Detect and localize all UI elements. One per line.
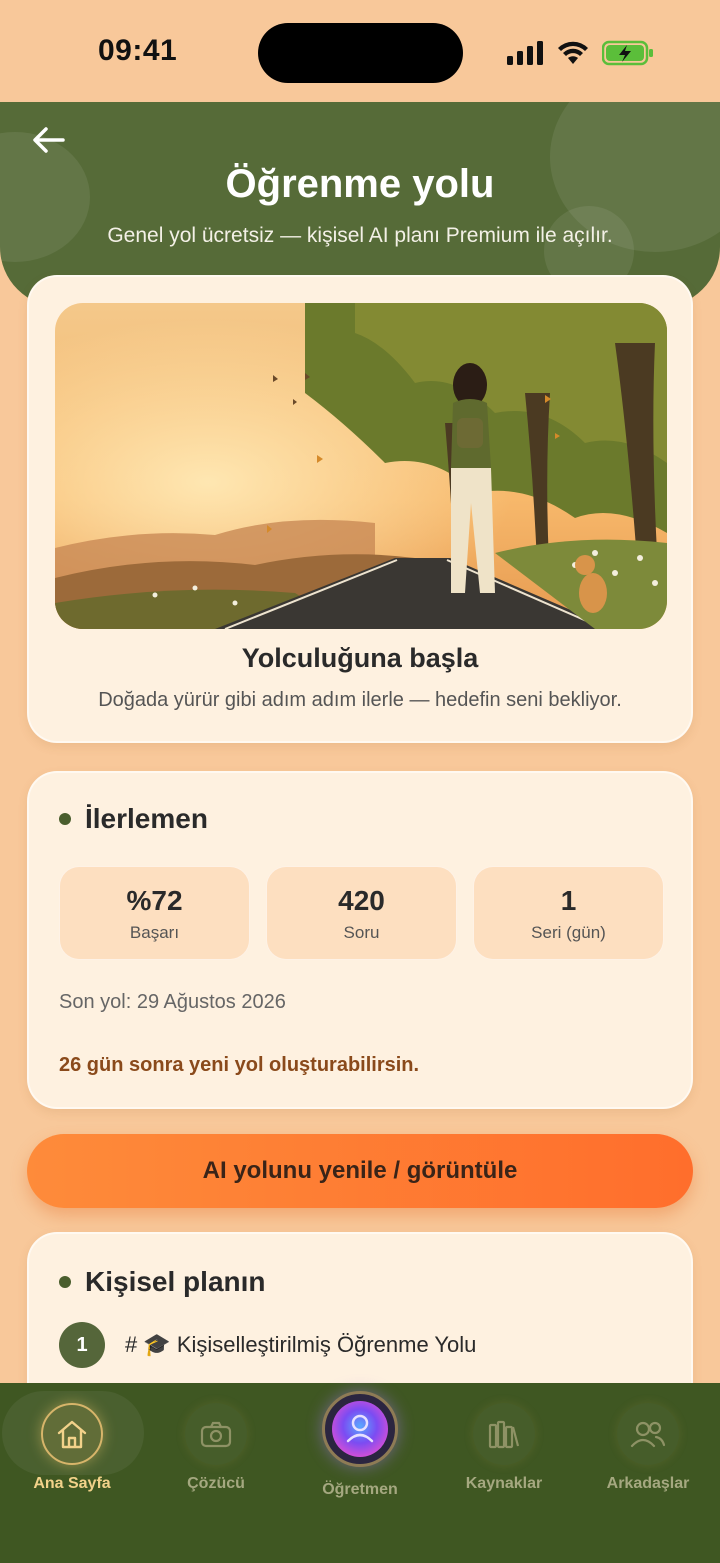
page-subtitle: Genel yol ücretsiz — kişisel AI planı Pr… bbox=[107, 224, 613, 247]
refresh-ai-path-button[interactable]: AI yolunu yenile / görüntüle bbox=[27, 1134, 693, 1208]
bullet-dot bbox=[59, 1276, 71, 1288]
nav-label: Kaynaklar bbox=[465, 1475, 543, 1492]
status-bar: 09:41 bbox=[0, 0, 720, 102]
plan-item-number: 1 bbox=[59, 1322, 105, 1368]
battery-charging-icon bbox=[602, 40, 653, 66]
bottom-nav: Ana Sayfa Çözücü Öğretmen Kaynaklar Arka… bbox=[0, 1383, 720, 1563]
wifi-icon bbox=[558, 41, 588, 64]
plan-header: Kişisel planın bbox=[59, 1266, 266, 1298]
stat-success: %72 Başarı bbox=[59, 866, 250, 960]
status-time: 09:41 bbox=[98, 34, 178, 67]
teacher-avatar-icon bbox=[322, 1391, 398, 1467]
stat-value: %72 bbox=[126, 885, 183, 916]
next-path-notice: 26 gün sonra yeni yol oluşturabilirsin. bbox=[59, 1054, 420, 1076]
nav-label: Çözücü bbox=[187, 1475, 245, 1492]
stat-questions: 420 Soru bbox=[266, 866, 457, 960]
plan-title: Kişisel planın bbox=[85, 1266, 266, 1297]
plan-item-text: # 🎓 Kişiselleştirilmiş Öğrenme Yolu bbox=[125, 1332, 477, 1357]
stat-label: Seri (gün) bbox=[531, 923, 606, 942]
bullet-dot bbox=[59, 813, 71, 825]
dynamic-island bbox=[258, 23, 463, 83]
nav-item-teacher[interactable]: Öğretmen bbox=[288, 1383, 432, 1523]
hero-title: Yolculuğuna başla bbox=[241, 643, 479, 673]
hero-card: Yolculuğuna başla Doğada yürür gibi adım… bbox=[27, 275, 693, 743]
signal-icon bbox=[507, 41, 543, 65]
nav-item-friends[interactable]: Arkadaşlar bbox=[576, 1383, 720, 1523]
plan-item[interactable]: 1 # 🎓 Kişiselleştirilmiş Öğrenme Yolu bbox=[59, 1322, 476, 1368]
friends-icon bbox=[617, 1403, 679, 1465]
back-button[interactable] bbox=[28, 120, 68, 160]
page-title: Öğrenme yolu bbox=[225, 162, 495, 206]
status-icons bbox=[506, 38, 654, 68]
camera-icon bbox=[185, 1403, 247, 1465]
stat-value: 1 bbox=[560, 885, 577, 916]
stat-label: Başarı bbox=[129, 923, 180, 942]
hero-subtitle: Doğada yürür gibi adım adım ilerle — hed… bbox=[98, 689, 622, 711]
last-path-date: Son yol: 29 Ağustos 2026 bbox=[59, 991, 286, 1013]
hero-illustration bbox=[55, 303, 667, 629]
books-icon bbox=[473, 1403, 535, 1465]
nav-label: Öğretmen bbox=[322, 1481, 398, 1498]
nav-item-home[interactable]: Ana Sayfa bbox=[0, 1383, 144, 1523]
nav-label: Arkadaşlar bbox=[606, 1475, 690, 1492]
nav-item-solver[interactable]: Çözücü bbox=[144, 1383, 288, 1523]
nav-label: Ana Sayfa bbox=[33, 1475, 111, 1492]
stat-streak: 1 Seri (gün) bbox=[473, 866, 664, 960]
progress-title: İlerlemen bbox=[85, 803, 208, 834]
nav-item-resources[interactable]: Kaynaklar bbox=[432, 1383, 576, 1523]
home-icon bbox=[41, 1403, 103, 1465]
stat-value: 420 bbox=[338, 885, 385, 916]
stat-label: Soru bbox=[343, 923, 380, 942]
progress-header: İlerlemen bbox=[59, 803, 208, 835]
arrow-left-icon bbox=[33, 127, 65, 153]
progress-card: İlerlemen %72 Başarı 420 Soru 1 Seri (gü… bbox=[27, 771, 693, 1109]
